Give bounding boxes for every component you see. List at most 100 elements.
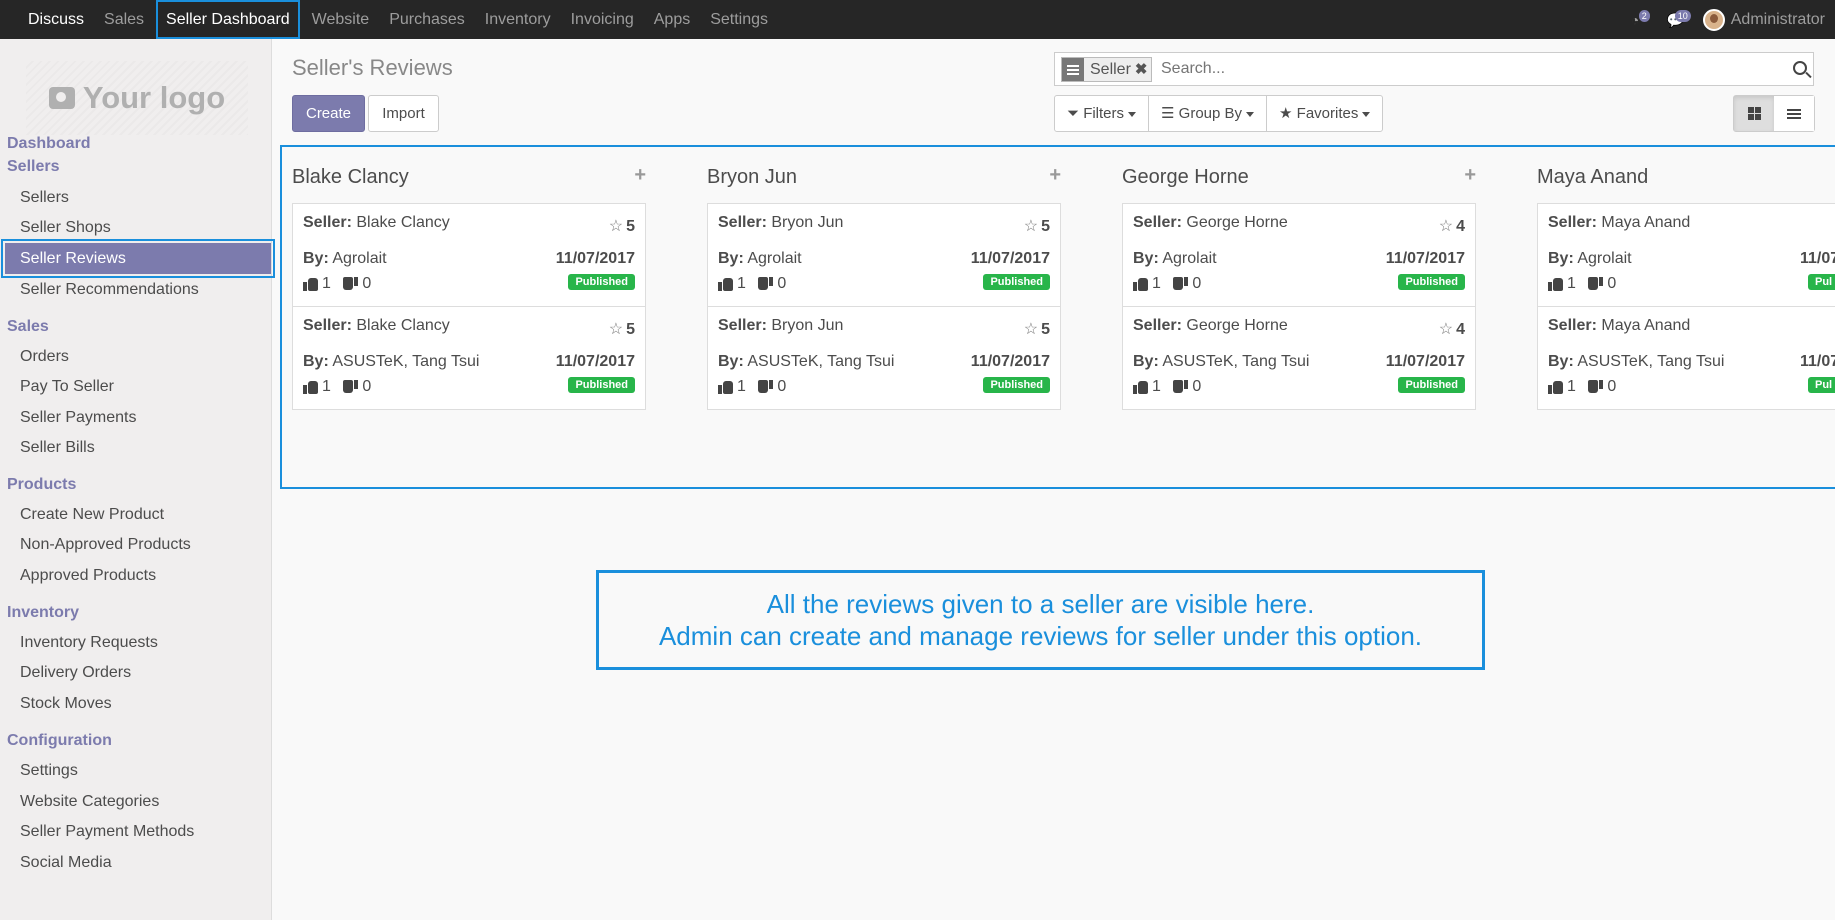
avatar [1702,8,1725,31]
bars-icon: ☰ [1161,105,1175,122]
search-input[interactable] [1159,53,1759,85]
star-outline-icon: ☆ [1438,321,1454,338]
sidebar-item-seller-bills[interactable]: Seller Bills [20,439,95,457]
group-by-button[interactable]: ☰ Group By [1149,96,1268,131]
nav-website[interactable]: Website [302,0,380,39]
card-date: 11/07/2017 [555,250,635,267]
card-by: By: ASUSTeK, Tang Tsui [718,353,895,370]
nav-discuss[interactable]: Discuss [0,0,94,39]
nav-invoicing[interactable]: Invoicing [561,0,644,39]
search-icon[interactable] [1793,61,1807,75]
group-by-icon [1062,58,1084,81]
sidebar-item-delivery-orders[interactable]: Delivery Orders [20,664,131,682]
card-seller: Seller: Maya Anand [1548,317,1691,334]
card-by: By: Agrolait [1133,250,1217,267]
review-card[interactable]: Seller: Blake Clancy ☆ 5 By: Agrolait 11/… [292,203,646,307]
nav-seller-dashboard[interactable]: Seller Dashboard [156,0,300,39]
card-date: 11/07/2017 [970,250,1050,267]
camera-icon [48,87,75,109]
sidebar-item-orders[interactable]: Orders [20,348,69,366]
sidebar-item-seller-payments[interactable]: Seller Payments [20,409,137,427]
messages-notification[interactable]: 💬 10 [1667,9,1691,28]
card-rating: ☆ 5 [1023,218,1050,235]
kanban-view-button[interactable] [1734,96,1774,131]
column-header: Blake Clancy + [292,160,646,204]
review-card[interactable]: Seller: Bryon Jun ☆ 5 By: ASUSTeK, Tang T… [707,306,1061,410]
card-seller: Seller: George Horne [1133,317,1288,334]
list-view-button[interactable] [1774,96,1814,131]
quick-create-icon[interactable]: + [1464,164,1476,187]
card-date: 11/07/2017 [555,353,635,370]
sidebar-item-inventory-requests[interactable]: Inventory Requests [20,634,158,652]
nav-settings[interactable]: Settings [700,0,778,39]
thumbs-up-icon [1133,277,1148,291]
card-by: By: ASUSTeK, Tang Tsui [1548,353,1725,370]
sidebar-item-sellers[interactable]: Sellers [20,189,69,207]
review-card[interactable]: Seller: Bryon Jun ☆ 5 By: Agrolait 11/07/… [707,203,1061,307]
review-card[interactable]: Seller: George Horne ☆ 4 By: Agrolait 11/… [1122,203,1476,307]
thumbs-down-icon [343,380,358,394]
thumbs-up-icon [1548,277,1563,291]
card-date: 11/07/2017 [1385,250,1465,267]
sidebar-item-seller-payment-methods[interactable]: Seller Payment Methods [20,823,194,841]
thumbs-down-icon [758,277,773,291]
sidebar-section-sellers[interactable]: Sellers [7,158,59,176]
sidebar-item-non-approved-products[interactable]: Non-Approved Products [20,536,191,554]
callout-line-2: Admin can create and manage reviews for … [658,621,1423,651]
card-seller: Seller: Bryon Jun [718,317,844,334]
sidebar-item-seller-reviews[interactable]: Seller Reviews [1,239,275,278]
review-card[interactable]: Seller: George Horne ☆ 4 By: ASUSTeK, Tan… [1122,306,1476,410]
user-menu[interactable]: Administrator [1702,8,1825,31]
import-button[interactable]: Import [368,95,439,132]
nav-purchases[interactable]: Purchases [379,0,475,39]
sidebar-item-create-new-product[interactable]: Create New Product [20,506,164,524]
filters-button[interactable]: ⏷ Filters [1055,96,1150,131]
nav-sales[interactable]: Sales [94,0,154,39]
card-votes: 1 0 [1133,378,1201,396]
sidebar-item-settings[interactable]: Settings [20,762,78,780]
remove-facet-icon[interactable]: ✖ [1135,58,1152,81]
list-icon [1787,108,1801,119]
review-card[interactable]: Seller: Maya Anand By: Agrolait 11/07 1 … [1537,203,1835,307]
review-card[interactable]: Seller: Blake Clancy ☆ 5 By: ASUSTeK, Tan… [292,306,646,410]
review-card[interactable]: Seller: Maya Anand By: ASUSTeK, Tang Tsu… [1537,306,1835,410]
card-rating: ☆ 4 [1438,218,1465,235]
create-button[interactable]: Create [292,95,365,132]
column-title: Bryon Jun [707,166,798,188]
thumbs-down-icon [1173,380,1188,394]
group-by-label: Group By [1178,105,1243,122]
sidebar-item-stock-moves[interactable]: Stock Moves [20,695,112,713]
sidebar-section-configuration[interactable]: Configuration [7,732,112,750]
status-badge: Published [1398,274,1465,290]
quick-create-icon[interactable]: + [1049,164,1061,187]
favorites-button[interactable]: ★ Favorites [1267,96,1382,131]
sidebar-section-inventory[interactable]: Inventory [7,604,79,622]
sidebar-section-sales[interactable]: Sales [7,318,49,336]
sidebar-item-seller-shops[interactable]: Seller Shops [20,219,111,237]
activity-notification[interactable]: ◔ 2 [1631,9,1653,28]
search-options: ⏷ Filters ☰ Group By ★ Favorites [1054,95,1384,132]
thumbs-up-icon [303,380,318,394]
sidebar-section-products[interactable]: Products [7,476,76,494]
nav-apps[interactable]: Apps [644,0,700,39]
nav-inventory[interactable]: Inventory [475,0,561,39]
quick-create-icon[interactable]: + [634,164,646,187]
thumbs-up-icon [1548,380,1563,394]
column-header: Bryon Jun + [707,160,1061,204]
column-title: Maya Anand [1537,166,1649,188]
column-header: Maya Anand [1537,160,1835,204]
sidebar-item-website-categories[interactable]: Website Categories [20,793,159,811]
search-box: Seller ✖ [1054,52,1814,86]
card-votes: 1 0 [718,378,786,396]
card-seller: Seller: George Horne [1133,214,1288,231]
status-badge: Published [983,377,1050,393]
sidebar-item-social-media[interactable]: Social Media [20,854,112,872]
card-date: 11/07/2017 [970,353,1050,370]
company-logo[interactable]: Your logo [26,61,248,135]
sidebar-item-pay-to-seller[interactable]: Pay To Seller [20,378,114,396]
card-rating: ☆ 5 [608,218,635,235]
sidebar-item-seller-recommendations[interactable]: Seller Recommendations [20,281,199,299]
sidebar-item-approved-products[interactable]: Approved Products [20,567,156,585]
sidebar-section-dashboard[interactable]: Dashboard [7,135,91,153]
card-votes: 1 0 [303,378,371,396]
